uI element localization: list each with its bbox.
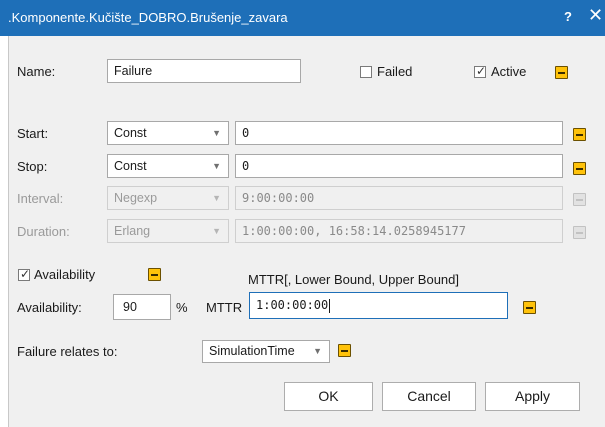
- cancel-button[interactable]: Cancel: [382, 382, 476, 411]
- text-cursor: [329, 298, 331, 313]
- stop-edit-button[interactable]: [573, 162, 586, 175]
- checkmark-icon: ✓: [20, 267, 31, 281]
- duration-edit-button[interactable]: [573, 226, 586, 239]
- mttr-label: MTTR: [206, 300, 243, 315]
- mttr-edit-button[interactable]: [523, 301, 536, 314]
- name-input[interactable]: Failure: [107, 59, 301, 83]
- dialog-body: Name: Failure Failed ✓ Active Start: Con…: [8, 36, 605, 427]
- duration-mode-dropdown[interactable]: Erlang ▼: [107, 219, 229, 243]
- start-value-input[interactable]: 0: [235, 121, 563, 145]
- chevron-down-icon: ▼: [313, 346, 322, 356]
- failure-relates-dropdown[interactable]: SimulationTime ▼: [202, 340, 330, 363]
- close-icon[interactable]: ✕: [588, 6, 603, 24]
- mttr-format-hint: MTTR[, Lower Bound, Upper Bound]: [248, 272, 459, 287]
- failure-relates-edit-button[interactable]: [338, 344, 351, 357]
- ok-button[interactable]: OK: [284, 382, 373, 411]
- duration-mode-value: Erlang: [114, 224, 151, 238]
- title-bar: .Komponente.Kučište_DOBRO.Brušenje_zavar…: [0, 0, 605, 36]
- window-title: .Komponente.Kučište_DOBRO.Brušenje_zavar…: [8, 10, 288, 25]
- interval-edit-button[interactable]: [573, 193, 586, 206]
- availability-edit-button[interactable]: [148, 268, 161, 281]
- duration-label: Duration:: [17, 224, 70, 239]
- availability-checkbox[interactable]: ✓: [18, 267, 31, 281]
- failed-checkbox[interactable]: [360, 66, 372, 78]
- help-icon[interactable]: ?: [564, 9, 572, 24]
- stop-mode-value: Const: [114, 159, 147, 173]
- name-label: Name:: [17, 64, 56, 79]
- checkmark-icon: ✓: [476, 64, 487, 78]
- duration-value-input[interactable]: 1:00:00:00, 16:58:14.0258945177: [235, 219, 563, 243]
- percent-unit: %: [176, 300, 188, 315]
- interval-mode-value: Negexp: [114, 191, 158, 205]
- failure-relates-value: SimulationTime: [209, 344, 295, 358]
- availability-label: Availability:: [17, 300, 82, 315]
- start-mode-dropdown[interactable]: Const ▼: [107, 121, 229, 145]
- interval-mode-dropdown[interactable]: Negexp ▼: [107, 186, 229, 210]
- interval-value-input[interactable]: 9:00:00:00: [235, 186, 563, 210]
- failed-label: Failed: [377, 64, 413, 79]
- start-mode-value: Const: [114, 126, 147, 140]
- stop-mode-dropdown[interactable]: Const ▼: [107, 154, 229, 178]
- failure-relates-label: Failure relates to:: [17, 344, 118, 359]
- chevron-down-icon: ▼: [212, 226, 221, 236]
- start-edit-button[interactable]: [573, 128, 586, 141]
- availability-checkbox-label: Availability: [34, 267, 96, 282]
- stop-value-input[interactable]: 0: [235, 154, 563, 178]
- stop-label: Stop:: [17, 159, 48, 174]
- availability-input[interactable]: 90: [113, 294, 171, 320]
- active-edit-button[interactable]: [555, 66, 568, 79]
- apply-button[interactable]: Apply: [485, 382, 580, 411]
- chevron-down-icon: ▼: [212, 193, 221, 203]
- interval-label: Interval:: [17, 191, 64, 206]
- mttr-input[interactable]: 1:00:00:00: [249, 292, 508, 319]
- mttr-value: 1:00:00:00: [256, 298, 329, 312]
- active-checkbox[interactable]: ✓: [474, 64, 487, 78]
- chevron-down-icon: ▼: [212, 161, 221, 171]
- active-label: Active: [491, 64, 527, 79]
- chevron-down-icon: ▼: [212, 128, 221, 138]
- start-label: Start:: [17, 126, 49, 141]
